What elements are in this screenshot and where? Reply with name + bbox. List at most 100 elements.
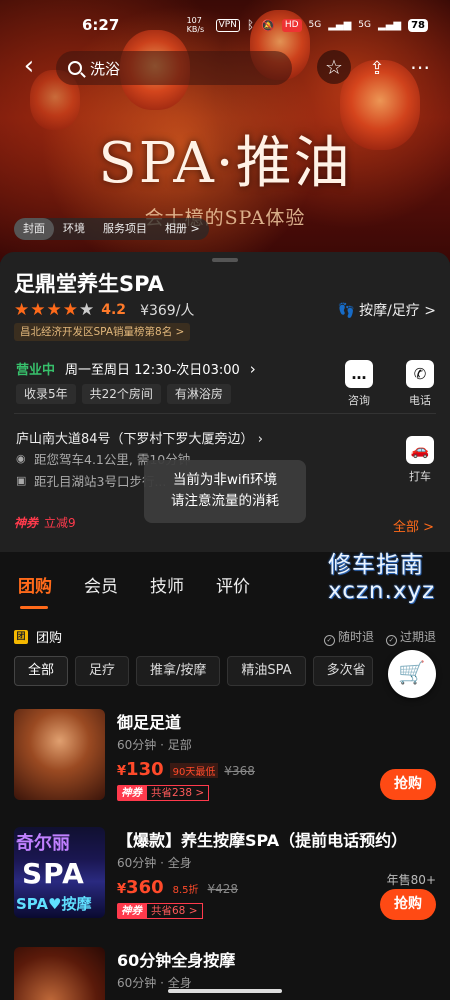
tab-reviews[interactable]: 评价 (216, 572, 250, 597)
gallery-tab-environment[interactable]: 环境 (54, 218, 94, 240)
buy-button[interactable]: 抢购 (380, 889, 436, 920)
refund-anytime: ✓ 随时退 (323, 628, 374, 646)
refund-anytime-label: 随时退 (337, 629, 374, 644)
facility-tag: 共22个房间 (81, 384, 161, 404)
star-icon: ★ (30, 300, 46, 320)
business-hours[interactable]: 营业中 周一至周日 12:30-次日03:00 › (16, 359, 256, 379)
mute-icon: 🔕 (261, 18, 275, 32)
network-speed: 107 KB/s (186, 16, 205, 34)
chip-all[interactable]: 全部 (14, 656, 69, 686)
star-icon: ★ (46, 300, 62, 320)
toast-line: 当前为非wifi环境 (172, 472, 278, 488)
search-bar[interactable] (56, 51, 292, 85)
tab-member[interactable]: 会员 (84, 572, 118, 597)
star-half-icon: ★ (79, 300, 95, 320)
deal-title: 御足足道 (117, 713, 182, 732)
facility-tags: 收录5年 共22个房间 有淋浴房 (16, 384, 231, 404)
category-link[interactable]: 👣 按摩/足疗 > (338, 300, 436, 320)
back-button[interactable]: ‹ (14, 52, 44, 82)
deal-title: 60分钟全身按摩 (117, 951, 236, 970)
gallery-tab-services[interactable]: 服务项目 (94, 218, 156, 240)
cart-button[interactable]: 🛒 (388, 650, 436, 698)
star-icon: ★ (14, 300, 30, 320)
chevron-right-icon: › (249, 359, 256, 378)
share-button[interactable]: ⇪ (360, 50, 394, 84)
gallery-tab-cover[interactable]: 封面 (14, 218, 54, 240)
annual-sales: 年售80+ (386, 873, 436, 887)
star-icon: ★ (62, 300, 78, 320)
all-coupons-link[interactable]: 全部 > (393, 516, 434, 535)
coupon-row[interactable]: 神券 立减9 (14, 514, 76, 531)
hero-title: SPA·推油 (98, 131, 352, 196)
refund-expired: ✓ 过期退 (385, 628, 436, 646)
taxi-label: 打车 (409, 470, 431, 483)
consult-button[interactable]: … 咨询 (334, 360, 384, 408)
drag-handle[interactable] (212, 258, 238, 262)
coupon-discount: 立减9 (44, 516, 76, 530)
watermark-line: 修车指南 (328, 552, 424, 578)
deal-thumbnail: 奇尔丽 SPA SPA♥按摩 (14, 827, 105, 918)
check-circle-icon: ✓ (385, 634, 397, 646)
group-buy-label: 团购 (36, 631, 63, 646)
deal-meta: 60分钟 · 足部 (117, 738, 192, 752)
network-toast: 当前为非wifi环境 请注意流量的消耗 (144, 460, 306, 523)
search-input[interactable] (90, 59, 250, 77)
deal-card[interactable]: 奇尔丽 SPA SPA♥按摩 【爆款】养生按摩SPA（提前电话预约） 60分钟 … (14, 827, 436, 920)
deal-price-value: 130 (126, 759, 164, 780)
address[interactable]: 庐山南大道84号（下罗村下罗大厦旁边） › (16, 428, 263, 447)
gallery-tab-album[interactable]: 相册 > (156, 218, 209, 240)
deal-price: ¥130 (117, 759, 164, 780)
deal-coupon[interactable]: 神券 共省238 > (117, 785, 210, 801)
bluetooth-icon: ᛒ (246, 18, 255, 32)
chat-icon: … (345, 360, 373, 388)
ranking-badge[interactable]: 昌北经济开发区SPA销量榜第8名 > (14, 323, 191, 341)
status-time: 6:27 (82, 16, 120, 34)
deal-card[interactable]: 御足足道 60分钟 · 足部 ¥130 90天最低 ¥368 神券 共省238 … (14, 709, 436, 801)
top-nav: ‹ ☆ ⇪ ⋯ (0, 50, 450, 86)
buy-button[interactable]: 抢购 (380, 769, 436, 800)
location-pin-icon: ◉ (16, 452, 26, 465)
facility-tag: 有淋浴房 (166, 384, 231, 404)
address-text: 庐山南大道84号（下罗村下罗大厦旁边） (16, 432, 254, 447)
group-buy-icon: 团 (14, 629, 28, 644)
hours-text: 周一至周日 12:30-次日03:00 (65, 363, 240, 378)
category-label: 按摩/足疗 > (359, 303, 436, 319)
chevron-right-icon: › (257, 432, 263, 447)
call-label: 电话 (409, 394, 431, 407)
watermark-line: xczn.xyz (328, 578, 436, 604)
chip-massage[interactable]: 推拿/按摩 (136, 656, 221, 686)
signal-bars-icon: ▂▄▆ (328, 19, 352, 31)
phone-icon: ✆ (406, 360, 434, 388)
deal-price-row: ¥360 8.5折 ¥428 (117, 877, 238, 898)
deal-coupon[interactable]: 神券 共省68 > (117, 903, 203, 919)
rating-row: ★ ★ ★ ★ ★ 4.2 ¥369/人 👣 按摩/足疗 > (14, 300, 436, 320)
taxi-button[interactable]: 🚗 打车 (395, 436, 445, 484)
metro-icon: ▣ (16, 474, 27, 487)
vpn-badge: VPN (215, 18, 240, 32)
call-button[interactable]: ✆ 电话 (395, 360, 445, 408)
deal-original-price: ¥368 (224, 764, 255, 778)
filter-chips: 全部 足疗 推拿/按摩 精油SPA 多次省 (14, 656, 373, 686)
car-icon: 🚗 (406, 436, 434, 464)
deal-price-badge: 90天最低 (169, 763, 219, 778)
main-tabs: 团购 会员 技师 评价 (18, 572, 250, 609)
chip-multi[interactable]: 多次省 (312, 656, 373, 686)
favorite-star-button[interactable]: ☆ (317, 50, 351, 84)
facility-tag: 收录5年 (16, 384, 76, 404)
tab-technician[interactable]: 技师 (150, 572, 184, 597)
tab-group-buy[interactable]: 团购 (18, 572, 52, 609)
footprint-icon: 👣 (337, 303, 356, 319)
avg-price: ¥369/人 (140, 303, 195, 319)
open-status: 营业中 (16, 363, 56, 378)
home-indicator[interactable] (168, 989, 282, 993)
deal-thumbnail (14, 709, 105, 800)
coupon-saving: 共省238 > (146, 785, 210, 801)
deal-meta: 60分钟 · 全身 (117, 856, 192, 870)
deal-title: 【爆款】养生按摩SPA（提前电话预约） (117, 831, 408, 850)
more-button[interactable]: ⋯ (403, 50, 437, 84)
signal-5g-label: 5G (308, 20, 322, 30)
deals-section: 团购 会员 技师 评价 修车指南 xczn.xyz 团 团购 ✓ 随时退 ✓ 过期退… (0, 552, 450, 1000)
chip-foot[interactable]: 足疗 (75, 656, 130, 686)
consult-label: 咨询 (348, 394, 370, 407)
chip-oil-spa[interactable]: 精油SPA (227, 656, 306, 686)
